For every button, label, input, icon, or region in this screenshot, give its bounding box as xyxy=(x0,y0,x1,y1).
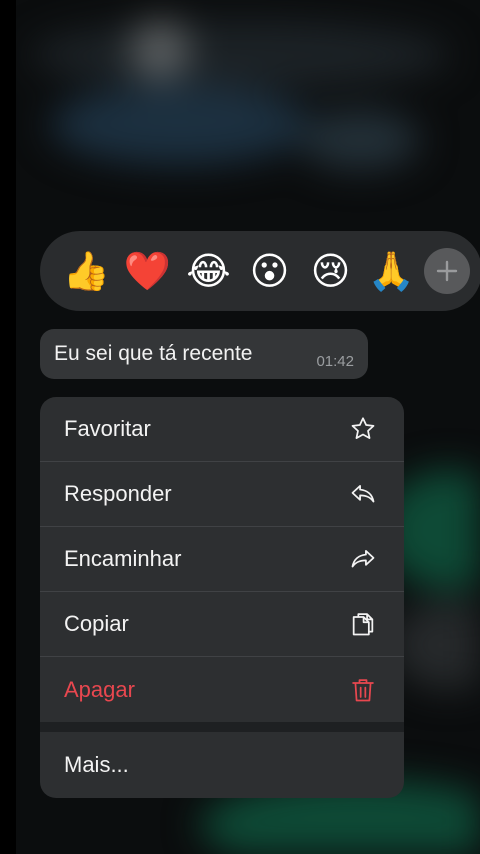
reaction-surprised[interactable]: 😮 xyxy=(239,241,300,301)
reply-icon xyxy=(348,479,378,509)
plus-icon xyxy=(436,260,458,282)
reaction-tears-of-joy[interactable]: 😂 xyxy=(178,241,239,301)
message-bubble: Eu sei que tá recente 01:42 xyxy=(40,329,368,379)
copy-label: Copiar xyxy=(64,611,129,636)
more-label: Mais... xyxy=(64,752,129,777)
delete-label: Apagar xyxy=(64,676,135,702)
menu-item-reply[interactable]: Responder xyxy=(40,462,404,527)
forward-icon xyxy=(348,544,378,574)
add-reaction-button[interactable] xyxy=(424,248,470,294)
reaction-bar: 👍 ❤️ 😂 😮 😢 🙏 xyxy=(40,231,480,311)
message-time: 01:42 xyxy=(316,352,354,370)
reply-label: Responder xyxy=(64,481,172,506)
star-icon xyxy=(348,414,378,444)
favorite-label: Favoritar xyxy=(64,416,151,441)
reaction-thumbs-up[interactable]: 👍 xyxy=(56,241,117,301)
menu-item-favorite[interactable]: Favoritar xyxy=(40,397,404,462)
menu-item-copy[interactable]: Copiar xyxy=(40,592,404,657)
menu-item-more[interactable]: Mais... xyxy=(40,732,404,798)
copy-icon xyxy=(348,609,378,639)
trash-icon xyxy=(348,675,378,705)
menu-item-forward[interactable]: Encaminhar xyxy=(40,527,404,592)
message-context-menu: Favoritar Responder Encaminhar Copiar Ap… xyxy=(40,397,404,798)
left-edge xyxy=(0,0,16,854)
reaction-folded-hands[interactable]: 🙏 xyxy=(361,241,422,301)
reaction-crying[interactable]: 😢 xyxy=(300,241,361,301)
menu-separator xyxy=(40,722,404,732)
reaction-heart[interactable]: ❤️ xyxy=(117,241,178,301)
forward-label: Encaminhar xyxy=(64,546,182,571)
menu-item-delete[interactable]: Apagar xyxy=(40,657,404,722)
message-text: Eu sei que tá recente xyxy=(54,342,253,365)
